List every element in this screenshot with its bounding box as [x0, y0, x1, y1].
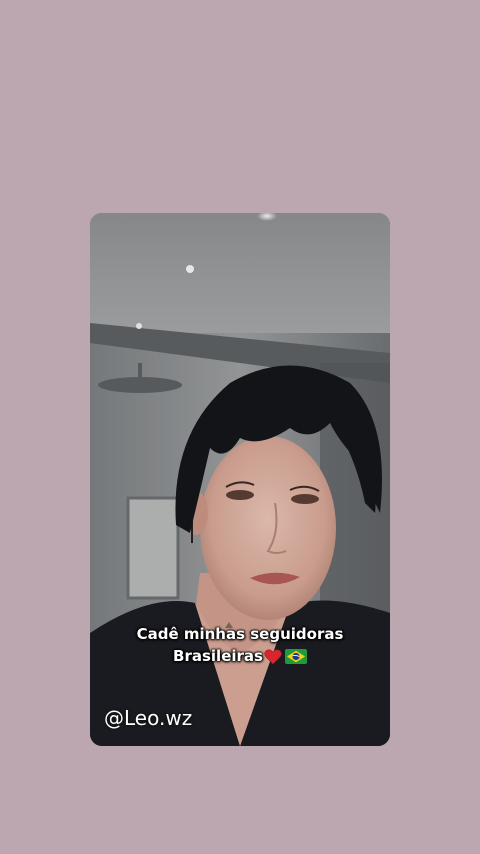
username-handle[interactable]: @Leo.wz [104, 705, 192, 731]
caption-line-2: Brasileiras [90, 645, 390, 667]
caption-line-2-text: Brasileiras [173, 647, 263, 665]
story-card[interactable]: Cadê minhas seguidoras Brasileiras @Leo.… [90, 213, 390, 746]
caption-emojis [264, 648, 307, 665]
story-caption: Cadê minhas seguidoras Brasileiras [90, 623, 390, 667]
caption-line-1: Cadê minhas seguidoras [136, 625, 344, 643]
red-heart-icon [264, 648, 282, 665]
brazil-flag-icon [284, 649, 307, 664]
